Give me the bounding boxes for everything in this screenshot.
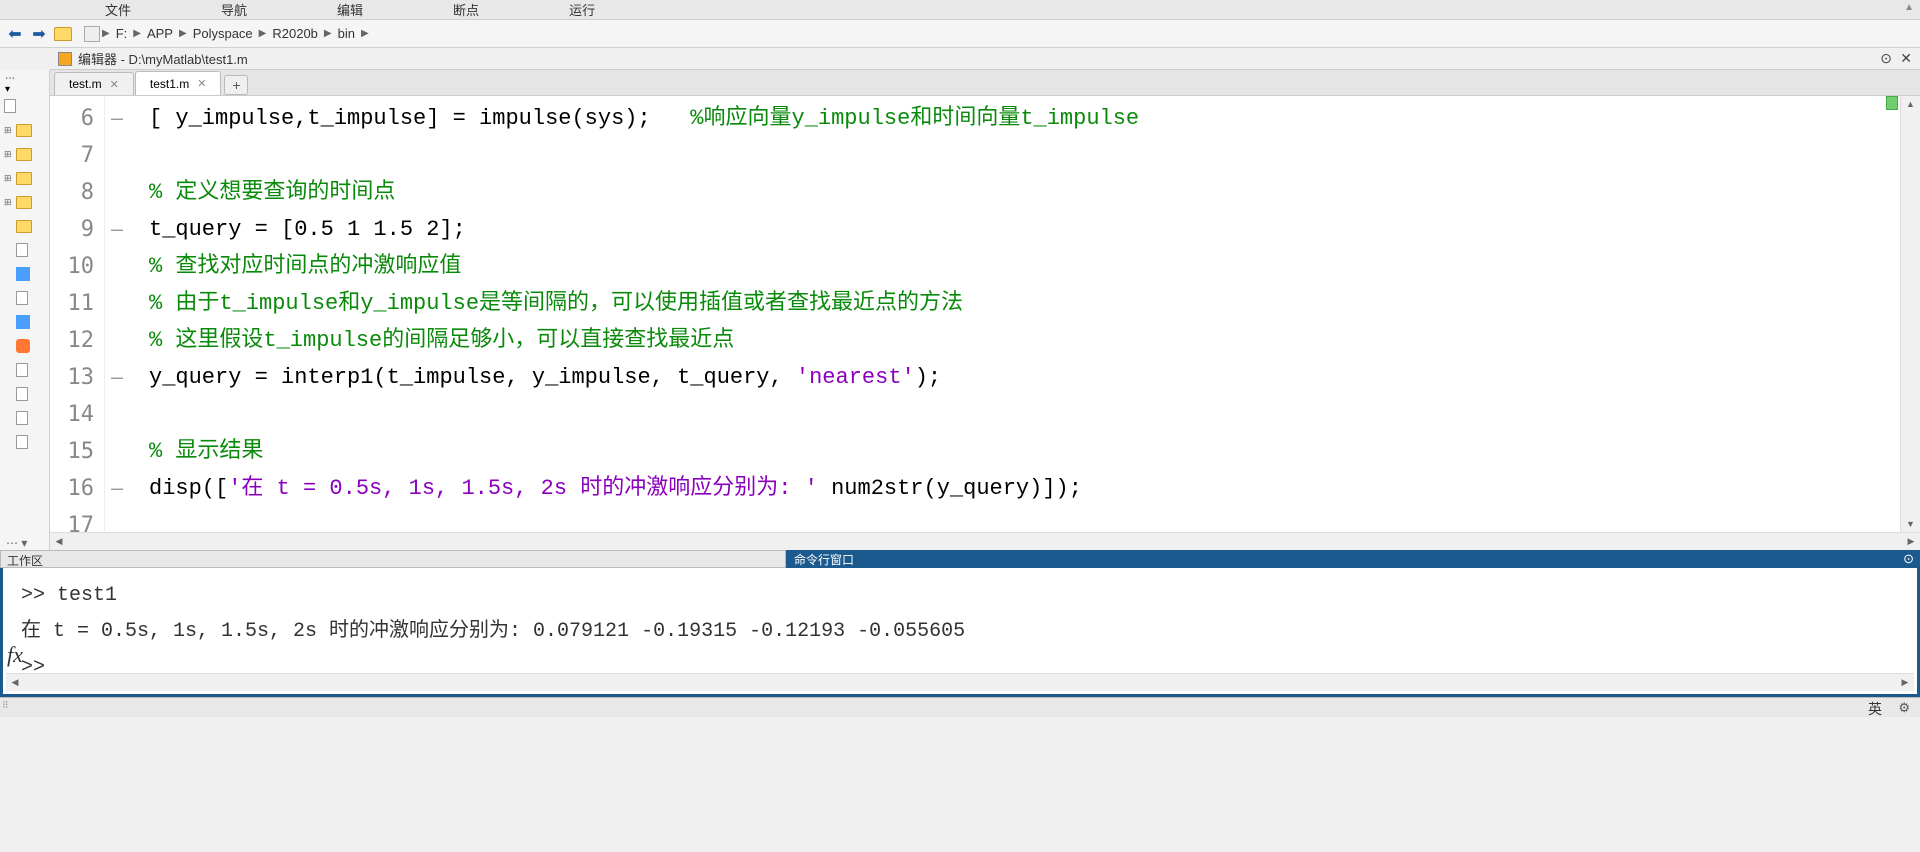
code-status-indicator — [1886, 96, 1898, 110]
editor-minimize-icon[interactable]: ⊙ — [1880, 50, 1892, 67]
breadcrumb-sep: ▶ — [100, 28, 112, 39]
command-window-title[interactable]: 命令行窗口 ⊙ — [786, 550, 1920, 568]
scroll-left-icon[interactable]: ◀ — [50, 533, 68, 550]
menu-run[interactable]: 运行 — [524, 0, 640, 21]
language-indicator[interactable]: 英 — [1868, 699, 1882, 719]
sidebar-dots-top[interactable]: ⋯ ▾ — [0, 74, 20, 94]
sidebar-icon-3[interactable] — [0, 334, 49, 358]
editor-title-text: 编辑器 - D:\myMatlab\test1.m — [78, 49, 248, 68]
editor-titlebar: 编辑器 - D:\myMatlab\test1.m ⊙ ✕ — [50, 48, 1920, 70]
menubar: 文件 导航 编辑 断点 运行 ▲ — [0, 0, 1920, 20]
nav-forward-icon[interactable]: ➡ — [28, 23, 50, 45]
scroll-up-icon[interactable]: ▲ — [1901, 96, 1920, 112]
sidebar-file-3[interactable] — [0, 358, 49, 382]
code-content[interactable]: [ y_impulse,t_impulse] = impulse(sys); %… — [137, 96, 1900, 532]
breadcrumb-sep: ▶ — [131, 28, 143, 39]
sidebar-folder-5[interactable] — [0, 214, 49, 238]
sidebar-file-1[interactable] — [0, 238, 49, 262]
breadcrumb-item-1[interactable]: APP — [143, 24, 177, 43]
code-editor[interactable]: 6789101112131415161718 — — — — [ y_impul… — [50, 96, 1920, 532]
sidebar-new-file[interactable] — [0, 94, 49, 118]
sidebar-file-4[interactable] — [0, 382, 49, 406]
tab-label: test1.m — [150, 77, 189, 91]
menu-file[interactable]: 文件 — [60, 0, 176, 21]
navbar: ⬅ ➡ ▶ F: ▶ APP ▶ Polyspace ▶ R2020b ▶ bi… — [0, 20, 1920, 48]
sidebar-icon-2[interactable] — [0, 310, 49, 334]
menu-breakpoint[interactable]: 断点 — [408, 0, 524, 21]
sidebar-folder-1[interactable]: ⊞ — [0, 118, 49, 142]
scroll-left-icon[interactable]: ◀ — [6, 674, 24, 691]
breadcrumb-item-0[interactable]: F: — [112, 24, 132, 43]
editor-file-icon — [58, 52, 72, 66]
scroll-right-icon[interactable]: ▶ — [1902, 533, 1920, 550]
file-browser-sidebar: ⋯ ▾ ⊞ ⊞ ⊞ ⊞ ⋯ ▾ — [0, 70, 50, 550]
line-markers: — — — — — [105, 96, 137, 532]
sidebar-file-5[interactable] — [0, 406, 49, 430]
command-hscrollbar[interactable]: ◀ ▶ — [6, 673, 1914, 691]
editor-close-icon[interactable]: ✕ — [1900, 50, 1912, 67]
breadcrumb-item-2[interactable]: Polyspace — [189, 24, 257, 43]
resize-grip-icon[interactable]: ⠿ — [2, 700, 7, 711]
line-numbers: 6789101112131415161718 — [50, 96, 105, 532]
status-bar: ⠿ 英 ⚙ — [0, 697, 1920, 717]
scroll-right-icon[interactable]: ▶ — [1896, 674, 1914, 691]
gear-icon[interactable]: ⚙ — [1898, 700, 1910, 716]
nav-up-icon[interactable] — [52, 23, 74, 45]
command-output[interactable]: >> test1在 t = 0.5s, 1s, 1.5s, 2s 时的冲激响应分… — [3, 568, 1917, 673]
editor-area: test.m ✕ test1.m ✕ + 6789101112131415161… — [50, 70, 1920, 550]
scroll-down-icon[interactable]: ▼ — [1901, 516, 1920, 532]
panel-titles: 工作区 命令行窗口 ⊙ — [0, 550, 1920, 568]
sidebar-file-6[interactable] — [0, 430, 49, 454]
tab-label: test.m — [69, 77, 102, 91]
sidebar-icon-1[interactable] — [0, 262, 49, 286]
breadcrumb-sep: ▶ — [257, 28, 269, 39]
menubar-expand-icon[interactable]: ▲ — [1904, 2, 1914, 13]
breadcrumb-item-3[interactable]: R2020b — [268, 24, 322, 43]
nav-back-icon[interactable]: ⬅ — [4, 23, 26, 45]
tab-close-icon[interactable]: ✕ — [197, 77, 206, 90]
sidebar-folder-3[interactable]: ⊞ — [0, 166, 49, 190]
command-dropdown-icon[interactable]: ⊙ — [1903, 551, 1914, 567]
editor-vscrollbar[interactable]: ▲ ▼ — [1900, 96, 1920, 532]
fx-icon[interactable]: fx — [7, 642, 23, 668]
tab-add-button[interactable]: + — [224, 75, 248, 95]
menu-nav[interactable]: 导航 — [176, 0, 292, 21]
breadcrumb-sep: ▶ — [359, 28, 371, 39]
drive-icon — [84, 26, 100, 42]
menu-edit[interactable]: 编辑 — [292, 0, 408, 21]
command-title-text: 命令行窗口 — [794, 551, 854, 568]
tab-test[interactable]: test.m ✕ — [54, 72, 134, 95]
breadcrumb: ▶ F: ▶ APP ▶ Polyspace ▶ R2020b ▶ bin ▶ — [84, 24, 371, 43]
breadcrumb-item-4[interactable]: bin — [334, 24, 359, 43]
command-window[interactable]: >> test1在 t = 0.5s, 1s, 1.5s, 2s 时的冲激响应分… — [0, 568, 1920, 697]
breadcrumb-sep: ▶ — [177, 28, 189, 39]
breadcrumb-sep: ▶ — [322, 28, 334, 39]
editor-tabs: test.m ✕ test1.m ✕ + — [50, 70, 1920, 96]
tab-close-icon[interactable]: ✕ — [110, 78, 119, 91]
sidebar-folder-2[interactable]: ⊞ — [0, 142, 49, 166]
sidebar-more-icon[interactable]: ⋯ ▾ — [0, 536, 49, 550]
editor-hscrollbar[interactable]: ◀ ▶ — [50, 532, 1920, 550]
tab-test1[interactable]: test1.m ✕ — [135, 71, 222, 95]
sidebar-file-2[interactable] — [0, 286, 49, 310]
sidebar-folder-4[interactable]: ⊞ — [0, 190, 49, 214]
workspace-title[interactable]: 工作区 — [0, 550, 786, 568]
